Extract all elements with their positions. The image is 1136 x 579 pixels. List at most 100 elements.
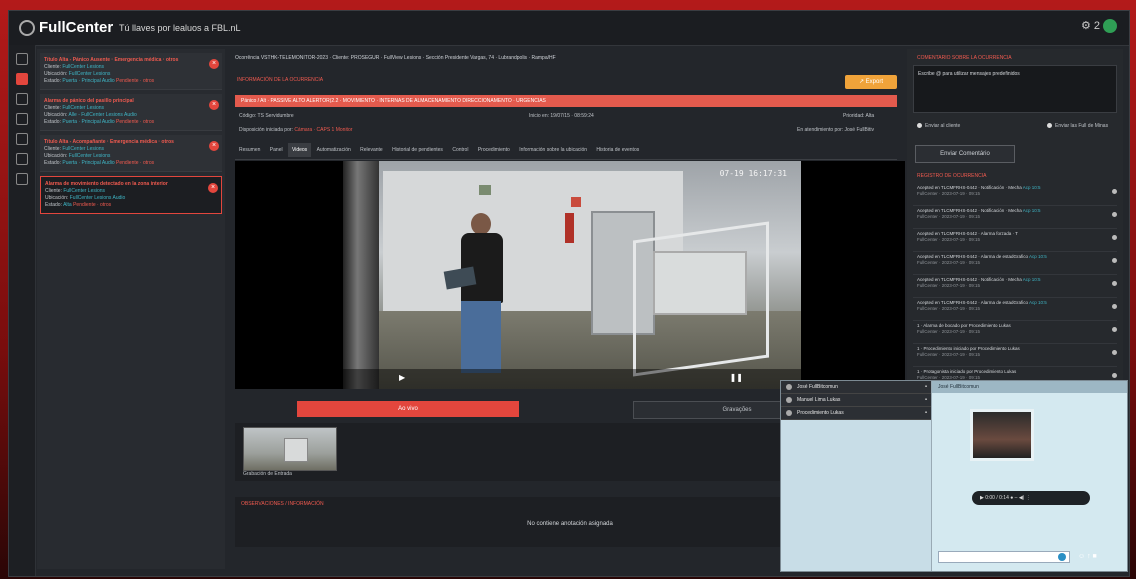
camera-icon[interactable]: [16, 93, 28, 105]
event-main: 1 · Procedimiento iniciado por Procedimi…: [917, 346, 1020, 351]
alert-item[interactable]: Alarma de pánico del pasillo principal C…: [40, 94, 222, 131]
alert-client: Cliente: FullCenter Lesions: [44, 146, 204, 153]
user-menu[interactable]: ⚙ 2: [1081, 19, 1117, 34]
radio-send-full[interactable]: Enviar las Full de Minas: [1047, 123, 1108, 129]
tab-resumen[interactable]: Resumen: [235, 143, 264, 157]
dismiss-icon[interactable]: ×: [209, 59, 219, 69]
location-value: FullCenter Lesions: [68, 153, 111, 159]
event-expand-icon[interactable]: [1112, 327, 1117, 332]
chat-contact[interactable]: Procedimiento Lukas ▪: [781, 407, 931, 420]
location-value: FullCenter Lesions Audio: [69, 195, 126, 201]
avatar[interactable]: [1103, 19, 1117, 34]
event-expand-icon[interactable]: [1112, 304, 1117, 309]
video-thumbnail[interactable]: [243, 427, 337, 471]
send-icon[interactable]: [1058, 553, 1066, 561]
list-item[interactable]: Acepted en TLCMFRHS-0442 · Alarma de est…: [913, 298, 1117, 321]
location-value: Alle - FullCenter Lesions Audio: [68, 112, 137, 118]
tab-videos[interactable]: Videos: [287, 143, 312, 157]
alert-location: Ubicación: Alle - FullCenter Lesions Aud…: [44, 112, 204, 119]
tab-relevante[interactable]: Relevante: [356, 143, 387, 157]
report-icon[interactable]: [16, 153, 28, 165]
export-button[interactable]: ↗ Export: [845, 75, 897, 89]
state-value: Puerta · Principal Audio: [62, 119, 115, 125]
location-label: Ubicación:: [44, 112, 69, 118]
logo-icon: [19, 20, 35, 37]
list-item[interactable]: Acepted en TLCMFRHS-0442 · Notificación …: [913, 275, 1117, 298]
tab-ubicacion[interactable]: Información sobre la ubicación: [515, 143, 591, 157]
notes-title: OBSERVACIONES / INFORMACIÓN: [241, 501, 324, 507]
alarm-icon[interactable]: [16, 73, 28, 85]
alert-state: Estado: Alta Pendiente · otros: [45, 202, 203, 209]
pause-icon[interactable]: ❚❚: [730, 373, 743, 382]
play-icon[interactable]: ▶: [399, 373, 405, 382]
chat-contact[interactable]: Manuel Lima Lukas ▪: [781, 394, 931, 407]
close-icon[interactable]: ▪: [925, 394, 927, 406]
alert-title: Alarma de pánico del pasillo principal: [44, 98, 134, 104]
alert-status: Pendiente · otros: [116, 160, 155, 166]
tab-panel[interactable]: Panel: [266, 143, 287, 157]
tab-procedimiento[interactable]: Procedimiento: [474, 143, 514, 157]
settings-icon[interactable]: [16, 173, 28, 185]
alert-client: Cliente: FullCenter Lesions: [44, 64, 204, 71]
list-item[interactable]: Acepted en TLCMFRHS-0442 · Alarma de est…: [913, 252, 1117, 275]
list-item[interactable]: 1 · Procedimiento iniciado por Procedimi…: [913, 344, 1117, 367]
event-expand-icon[interactable]: [1112, 281, 1117, 286]
close-icon[interactable]: ▪: [925, 381, 927, 393]
event-meta: FullCenter · 2023-07-19 · 09:15: [917, 191, 981, 196]
list-item[interactable]: Acepted en TLCMFRHS-0442 · Notificación …: [913, 183, 1117, 206]
info-priority: Prioridad: Alta: [843, 113, 875, 119]
audio-message-player[interactable]: ▶ 0:00 / 0:14 ● – ◀) ⋮: [972, 491, 1090, 505]
send-comment-button[interactable]: Enviar Comentário: [915, 145, 1015, 163]
event-log: Acepted en TLCMFRHS-0442 · Notificación …: [913, 183, 1117, 413]
event-main: Acepted en TLCMFRHS-0442 · Alarma forzad…: [917, 231, 1018, 236]
video-scene-alarm: [571, 197, 581, 207]
tab-historial[interactable]: Historial de pendientes: [388, 143, 447, 157]
video-controls: ▶ ❚❚: [343, 369, 801, 389]
event-link[interactable]: Acp 10:5: [1023, 185, 1041, 190]
map-icon[interactable]: [16, 113, 28, 125]
alert-item[interactable]: Título Alta - Pánico Ausente · Emergenci…: [40, 53, 222, 90]
video-player[interactable]: 07-19 16:17:31 ▶ ❚❚: [343, 161, 801, 389]
event-link[interactable]: Acp 10:5: [1029, 300, 1047, 305]
notifications-count[interactable]: ⚙ 2: [1081, 20, 1100, 32]
alert-item[interactable]: Título Alta - Acompañante · Emergencia m…: [40, 135, 222, 172]
video-area: 07-19 16:17:31 ▶ ❚❚: [235, 161, 905, 389]
app-logo[interactable]: FullCenter: [19, 19, 113, 37]
event-meta: FullCenter · 2023-07-19 · 09:15: [917, 283, 981, 288]
live-button[interactable]: Ao vivo: [297, 401, 519, 417]
close-icon[interactable]: ▪: [925, 407, 927, 419]
event-expand-icon[interactable]: [1112, 258, 1117, 263]
event-expand-icon[interactable]: [1112, 235, 1117, 240]
users-icon[interactable]: [16, 133, 28, 145]
event-expand-icon[interactable]: [1112, 350, 1117, 355]
state-label: Estado:: [45, 202, 64, 208]
event-link[interactable]: Acp 10:5: [1029, 254, 1047, 259]
alert-status: Pendiente · otros: [116, 119, 155, 125]
radio-send-client[interactable]: Enviar al cliente: [917, 123, 960, 129]
chat-tools[interactable]: ☺ ↑ ■: [1078, 553, 1097, 560]
event-expand-icon[interactable]: [1112, 189, 1117, 194]
event-expand-icon[interactable]: [1112, 212, 1117, 217]
list-item[interactable]: Acepted en TLCMFRHS-0442 · Notificación …: [913, 206, 1117, 229]
alert-status: Pendiente · otros: [73, 202, 112, 208]
dismiss-icon[interactable]: ×: [209, 141, 219, 151]
contact-name: Manuel Lima Lukas: [797, 397, 841, 403]
chat-contact[interactable]: José FullBitcomun ▪: [781, 381, 931, 394]
tab-control[interactable]: Control: [448, 143, 472, 157]
dismiss-icon[interactable]: ×: [209, 100, 219, 110]
event-expand-icon[interactable]: [1112, 373, 1117, 378]
event-link[interactable]: Acp 10:5: [1023, 277, 1041, 282]
tab-automatizacion[interactable]: Automatización: [313, 143, 355, 157]
chat-image-message[interactable]: [970, 409, 1034, 461]
list-item[interactable]: 1 · Alarma de bocado por Procedimiento L…: [913, 321, 1117, 344]
comment-placeholder: Escribe @ para utilizar mensajes predefi…: [918, 71, 1020, 77]
event-link[interactable]: Acp 10:5: [1023, 208, 1041, 213]
list-item[interactable]: Acepted en TLCMFRHS-0442 · Alarma forzad…: [913, 229, 1117, 252]
comment-input[interactable]: Escribe @ para utilizar mensajes predefi…: [913, 65, 1117, 113]
dismiss-icon[interactable]: ×: [208, 183, 218, 193]
tab-eventos[interactable]: Historia de eventos: [592, 143, 643, 157]
event-main: Acepted en TLCMFRHS-0442 · Notificación …: [917, 277, 1022, 282]
chat-input[interactable]: [938, 551, 1070, 563]
alert-item-selected[interactable]: Alarma de movimiento detectado en la zon…: [40, 176, 222, 214]
home-icon[interactable]: [16, 53, 28, 65]
